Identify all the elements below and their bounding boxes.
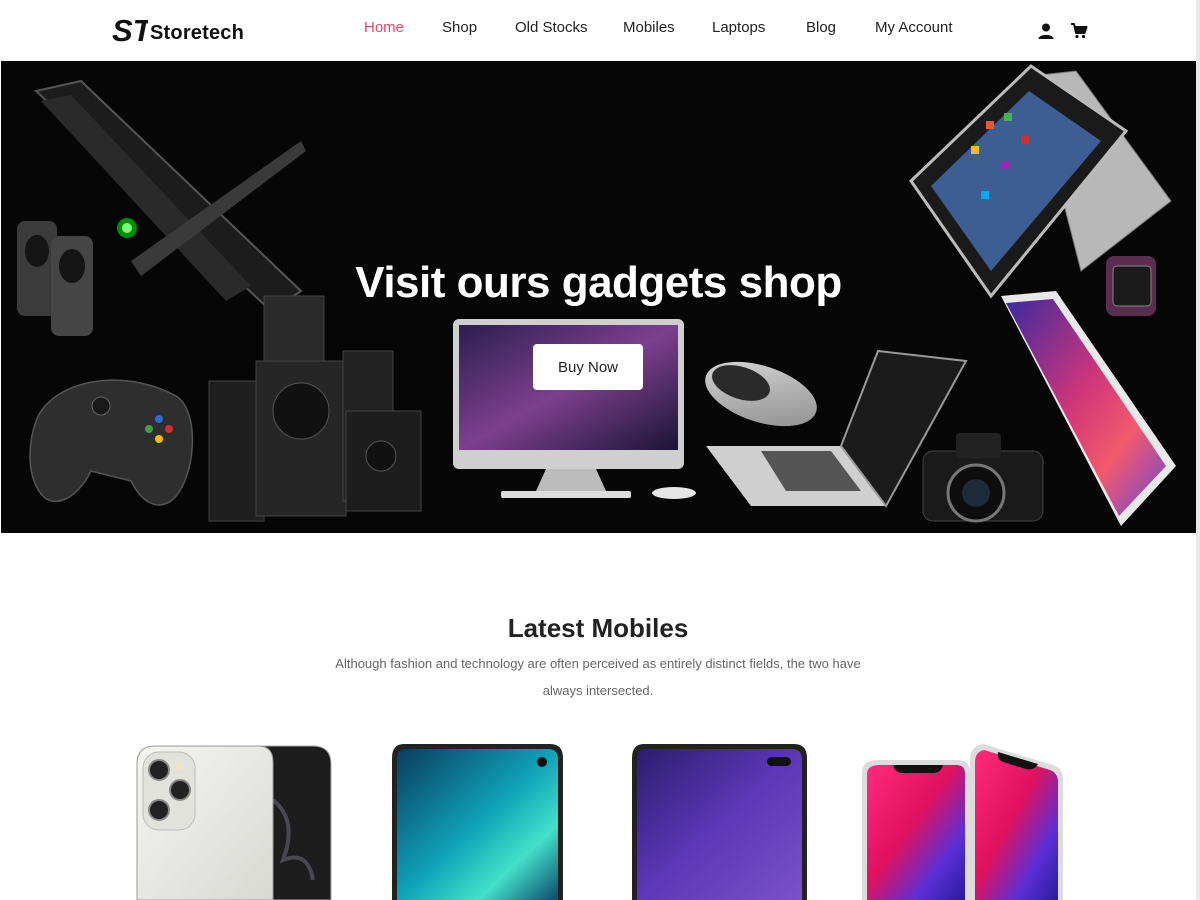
logo-mark: ST xyxy=(112,13,148,46)
site-header: ST Storetech Home Shop Old Stocks Mobile… xyxy=(0,0,1196,61)
cart-icon[interactable] xyxy=(1070,22,1088,40)
nav-home[interactable]: Home xyxy=(364,19,404,36)
hero-title: Visit ours gadgets shop xyxy=(355,258,842,307)
nav-blog[interactable]: Blog xyxy=(806,19,836,36)
latest-mobiles-title: Latest Mobiles xyxy=(507,613,689,643)
nav-laptops[interactable]: Laptops xyxy=(712,19,765,36)
nav-mobiles[interactable]: Mobiles xyxy=(623,19,675,36)
latest-mobiles-description: Although fashion and technology are ofte… xyxy=(335,656,861,698)
page-scrollbar[interactable] xyxy=(1196,0,1200,900)
buy-now-button[interactable]: Buy Now xyxy=(533,344,643,390)
product-image-1[interactable] xyxy=(133,740,333,900)
user-icon[interactable] xyxy=(1037,22,1055,40)
product-image-3[interactable] xyxy=(630,740,810,900)
logo[interactable]: ST Storetech xyxy=(112,12,244,46)
nav-my-account[interactable]: My Account xyxy=(875,19,953,36)
gamepad-graphic xyxy=(29,379,194,506)
nav-old-stocks[interactable]: Old Stocks xyxy=(515,19,588,36)
speaker-system-graphic xyxy=(208,295,422,522)
camera-graphic xyxy=(922,433,1044,523)
logo-text: Storetech xyxy=(150,22,245,44)
nav-shop[interactable]: Shop xyxy=(442,19,477,36)
product-image-2[interactable] xyxy=(390,740,565,900)
hero-banner: Visit ours gadgets shop Buy Now xyxy=(1,61,1196,533)
svg-text:ST: ST xyxy=(112,13,148,46)
product-image-4[interactable] xyxy=(858,740,1068,900)
computer-mouse-graphic xyxy=(705,361,817,427)
